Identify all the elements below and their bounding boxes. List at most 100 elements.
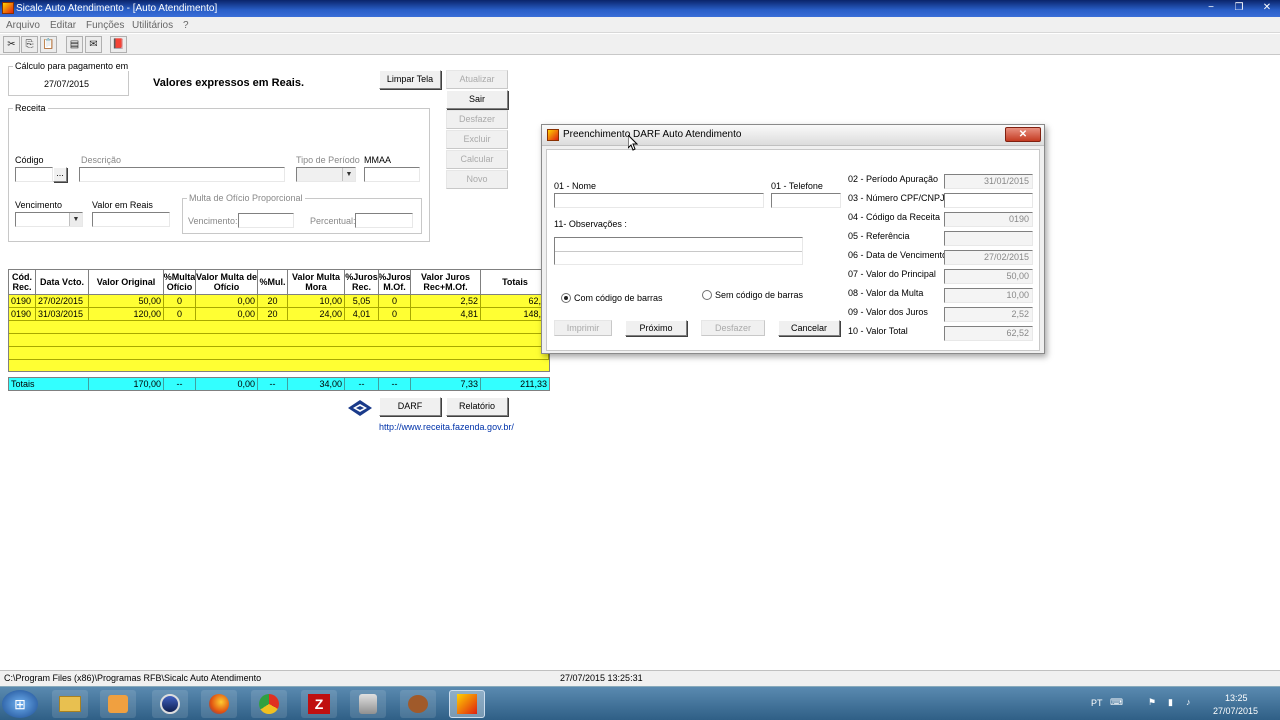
folder-icon[interactable]	[52, 690, 88, 718]
calculation-grid[interactable]: Cód. Rec. Data Vcto. Valor Original %Mul…	[8, 269, 550, 372]
grid-empty-row[interactable]	[9, 334, 549, 347]
imprimir-button[interactable]: Imprimir	[554, 320, 612, 336]
grid-cell[interactable]: 31/03/2015	[36, 308, 89, 321]
grid-cell[interactable]: 0	[379, 295, 411, 308]
grid-cell[interactable]: 0190	[9, 295, 36, 308]
windows-start-icon[interactable]: ⊞	[2, 690, 38, 718]
volume-icon[interactable]: ♪	[1186, 697, 1191, 707]
multa-percentual-input[interactable]	[355, 213, 413, 228]
grid-cell[interactable]: 20	[258, 295, 288, 308]
grid-cell[interactable]: 0	[379, 308, 411, 321]
grid-cell[interactable]: 4,01	[345, 308, 379, 321]
proximo-button[interactable]: Próximo	[625, 320, 687, 336]
grid-cell[interactable]: 0190	[9, 308, 36, 321]
atualizar-button[interactable]: Atualizar	[446, 70, 508, 89]
multa-vencimento-input[interactable]	[238, 213, 294, 228]
grid-cell[interactable]: 0	[164, 308, 196, 321]
firefox-icon[interactable]	[201, 690, 237, 718]
grid-cell[interactable]: 4,81	[411, 308, 481, 321]
grid-cell[interactable]: 20	[258, 308, 288, 321]
gimp-icon[interactable]	[400, 690, 436, 718]
cpf-cnpj-field[interactable]	[944, 193, 1033, 208]
sair-button[interactable]: Sair	[446, 90, 508, 109]
grid-cell[interactable]: 27/02/2015	[36, 295, 89, 308]
cut-icon[interactable]: ✂	[3, 36, 20, 53]
descricao-input[interactable]	[79, 167, 285, 182]
codigo-input[interactable]	[15, 167, 53, 182]
desfazer-button[interactable]: Desfazer	[446, 110, 508, 129]
novo-button[interactable]: Novo	[446, 170, 508, 189]
menu-help[interactable]: ?	[183, 20, 189, 31]
grid-empty-row[interactable]	[9, 347, 549, 360]
periodo-apuracao-field[interactable]: 31/01/2015	[944, 174, 1033, 189]
excluir-button[interactable]: Excluir	[446, 130, 508, 149]
sicalc-icon[interactable]	[449, 690, 485, 718]
restore-button[interactable]: ❐	[1230, 2, 1248, 15]
keyboard-icon[interactable]: ⌨	[1110, 697, 1123, 708]
grid-cell[interactable]: 0,00	[196, 295, 258, 308]
screen-icon[interactable]: ▤	[66, 36, 83, 53]
network-icon[interactable]: ▮	[1168, 697, 1173, 708]
codigo-receita-field[interactable]: 0190	[944, 212, 1033, 227]
sem-codigo-radio[interactable]	[702, 290, 712, 300]
minimize-button[interactable]: −	[1202, 2, 1220, 15]
grid-cell[interactable]: 148,8	[481, 308, 549, 321]
field-label: 03 - Número CPF/CNPJ	[848, 193, 945, 203]
relatorio-button[interactable]: Relatório	[446, 397, 508, 416]
telefone-input[interactable]	[771, 193, 841, 208]
clock-time[interactable]: 13:25	[1225, 693, 1248, 703]
darf-button[interactable]: DARF	[379, 397, 441, 416]
media-player-icon[interactable]	[100, 690, 136, 718]
valor-juros-field[interactable]: 2,52	[944, 307, 1033, 322]
grid-cell[interactable]: 24,00	[288, 308, 345, 321]
clock-date[interactable]: 27/07/2015	[1213, 706, 1258, 716]
nome-input[interactable]	[554, 193, 764, 208]
valor-multa-field[interactable]: 10,00	[944, 288, 1033, 303]
app-circle-icon[interactable]	[152, 690, 188, 718]
referencia-field[interactable]	[944, 231, 1033, 246]
limpar-tela-button[interactable]: Limpar Tela	[379, 70, 441, 89]
sicalc-app-icon	[2, 2, 14, 14]
chrome-icon[interactable]	[251, 690, 287, 718]
menu-utilitarios[interactable]: Utilitários	[132, 20, 173, 31]
grid-cell[interactable]: 10,00	[288, 295, 345, 308]
copy-icon[interactable]: ⎘	[21, 36, 38, 53]
menu-funcoes[interactable]: Funções	[86, 20, 124, 31]
menu-arquivo[interactable]: Arquivo	[6, 20, 40, 31]
grid-empty-row[interactable]	[9, 321, 549, 334]
disk-icon[interactable]	[350, 690, 386, 718]
book-icon[interactable]: 📕	[110, 36, 127, 53]
grid-cell[interactable]: 0	[164, 295, 196, 308]
dialog-desfazer-button[interactable]: Desfazer	[701, 320, 765, 336]
filezilla-icon[interactable]: Z	[301, 690, 337, 718]
codigo-lookup-button[interactable]: ...	[53, 167, 67, 182]
grid-cell[interactable]: 50,00	[89, 295, 164, 308]
com-codigo-radio[interactable]	[561, 293, 571, 303]
close-button[interactable]: ✕	[1258, 2, 1276, 15]
menu-editar[interactable]: Editar	[50, 20, 76, 31]
calcular-button[interactable]: Calcular	[446, 150, 508, 169]
vencimento-select[interactable]: ▼	[15, 212, 83, 227]
valor-total-field[interactable]: 62,52	[944, 326, 1033, 341]
receita-link[interactable]: http://www.receita.fazenda.gov.br/	[379, 422, 514, 432]
flag-icon[interactable]: ⚑	[1148, 697, 1156, 708]
grid-cell[interactable]: 5,05	[345, 295, 379, 308]
sem-codigo-label: Sem código de barras	[715, 290, 804, 300]
grid-cell[interactable]: 62,5	[481, 295, 549, 308]
calc-date-input[interactable]: 27/07/2015	[41, 78, 101, 93]
grid-cell[interactable]: 0,00	[196, 308, 258, 321]
valor-principal-field[interactable]: 50,00	[944, 269, 1033, 284]
grid-cell[interactable]: 120,00	[89, 308, 164, 321]
mmaa-input[interactable]	[364, 167, 420, 182]
paste-icon[interactable]: 📋	[40, 36, 57, 53]
valor-reais-input[interactable]	[92, 212, 170, 227]
col-header-juros-mof: %Juros M.Of.	[379, 270, 411, 295]
tipo-periodo-select[interactable]: ▼	[296, 167, 356, 182]
language-indicator[interactable]: PT	[1091, 698, 1103, 708]
cancelar-button[interactable]: Cancelar	[778, 320, 840, 336]
form-icon[interactable]: ✉	[85, 36, 102, 53]
dialog-close-button[interactable]: ✕	[1005, 127, 1041, 142]
data-vencimento-field[interactable]: 27/02/2015	[944, 250, 1033, 265]
dialog-title: Preenchimento DARF Auto Atendimento	[563, 129, 742, 140]
grid-cell[interactable]: 2,52	[411, 295, 481, 308]
